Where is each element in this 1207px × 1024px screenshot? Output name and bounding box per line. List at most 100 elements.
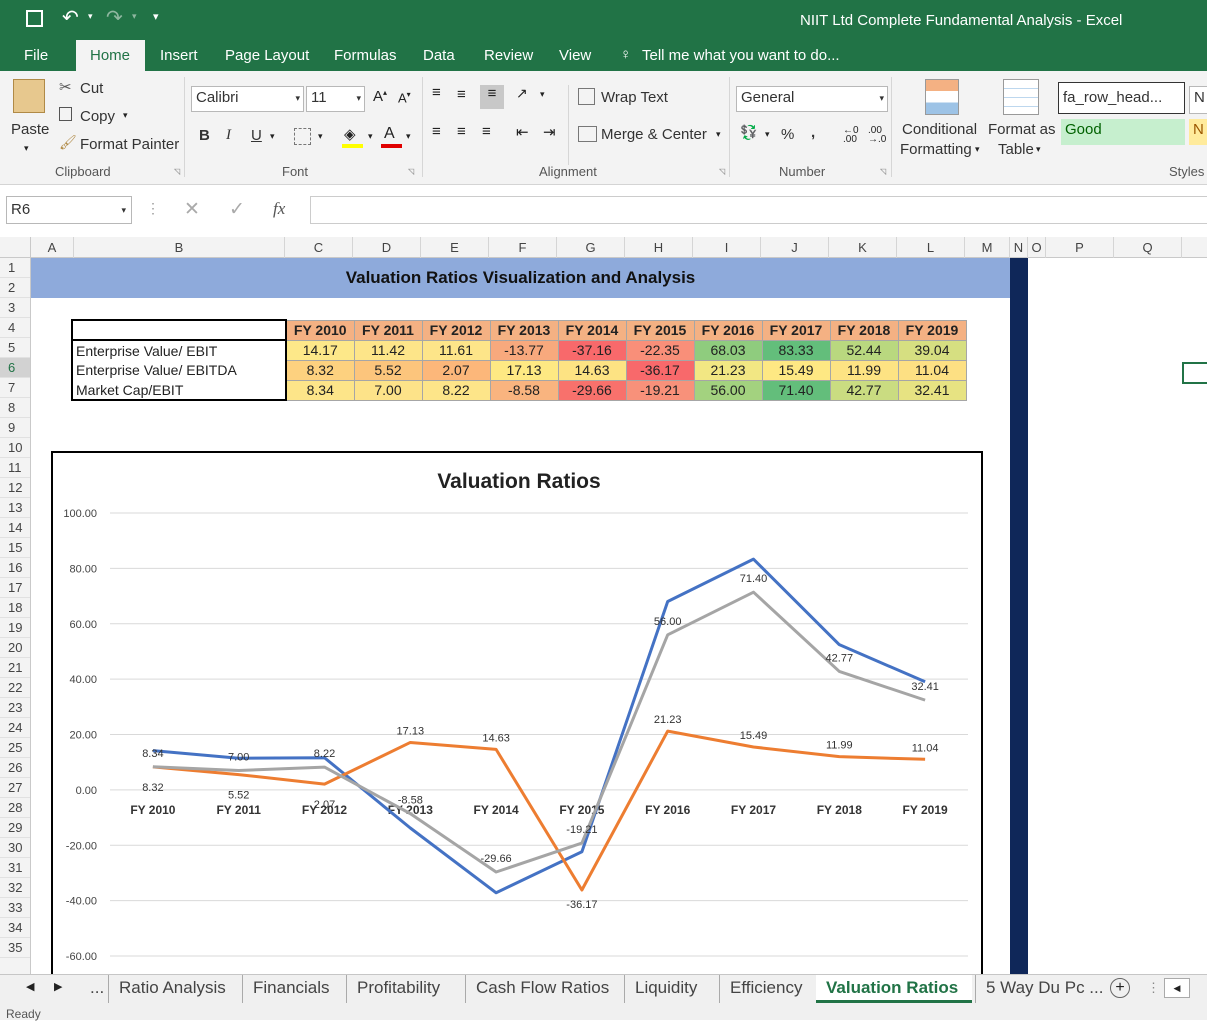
horizontal-scroll-left-icon[interactable]: ◀ — [1164, 978, 1190, 998]
increase-indent-icon[interactable]: ⇥ — [543, 123, 556, 141]
active-cell-r6[interactable] — [1182, 362, 1207, 384]
borders-icon[interactable] — [294, 128, 311, 145]
ratio-value-cell[interactable]: -29.66 — [557, 379, 627, 401]
column-header-i[interactable]: I — [693, 237, 761, 258]
name-box-dropdown-icon[interactable]: ▾ — [121, 197, 126, 223]
style-fa-row-head[interactable]: fa_row_head... — [1058, 82, 1185, 114]
font-dropdown-icon[interactable]: ▾ — [295, 87, 300, 109]
decrease-decimal-icon[interactable]: .00 →.0 — [868, 126, 886, 145]
copy-icon[interactable] — [59, 107, 72, 121]
row-header-34[interactable]: 34 — [0, 918, 30, 938]
row-header-4[interactable]: 4 — [0, 318, 30, 338]
comma-button[interactable]: , — [811, 124, 815, 141]
format-as-table-icon[interactable] — [1003, 79, 1039, 115]
fill-dropdown-icon[interactable]: ▾ — [368, 131, 373, 142]
font-color-icon[interactable]: A — [384, 125, 395, 143]
row-header-24[interactable]: 24 — [0, 718, 30, 738]
row-header-3[interactable]: 3 — [0, 298, 30, 318]
underline-dropdown-icon[interactable]: ▾ — [270, 131, 275, 142]
font-size-dropdown-icon[interactable]: ▾ — [356, 87, 361, 109]
ratio-value-cell[interactable]: 42.77 — [829, 379, 899, 401]
redo-dropdown-icon[interactable]: ▾ — [132, 11, 137, 22]
ratio-value-cell[interactable]: 39.04 — [897, 339, 967, 361]
ratio-value-cell[interactable]: 11.42 — [353, 339, 423, 361]
conditional-formatting-label-2[interactable]: Formatting — [900, 141, 972, 158]
undo-icon[interactable]: ↶ — [62, 5, 79, 30]
row-header-12[interactable]: 12 — [0, 478, 30, 498]
name-box[interactable]: R6 ▾ — [6, 196, 132, 224]
column-header-e[interactable]: E — [421, 237, 489, 258]
font-size-box[interactable]: 11 ▾ — [306, 86, 365, 112]
tab-view[interactable]: View — [549, 40, 601, 71]
accounting-icon[interactable]: 💱 — [740, 124, 757, 141]
number-format-dropdown-icon[interactable]: ▾ — [879, 87, 884, 109]
sheet-tab[interactable]: Financials — [242, 975, 338, 1003]
orientation-icon[interactable]: ↗ — [516, 85, 528, 102]
sheet-tab[interactable]: Liquidity — [624, 975, 714, 1003]
row-header-23[interactable]: 23 — [0, 698, 30, 718]
year-header[interactable]: FY 2017 — [761, 319, 831, 341]
tab-page-layout[interactable]: Page Layout — [215, 40, 319, 71]
row-header-8[interactable]: 8 — [0, 398, 30, 418]
paste-button[interactable]: Paste — [11, 121, 49, 138]
year-header[interactable]: FY 2016 — [693, 319, 763, 341]
copy-dropdown-icon[interactable]: ▾ — [123, 110, 128, 121]
bold-button[interactable]: B — [199, 127, 210, 144]
increase-decimal-icon[interactable]: ←0.00 — [843, 126, 859, 145]
ratio-value-cell[interactable]: 68.03 — [693, 339, 763, 361]
sheet-tab[interactable]: Cash Flow Ratios — [465, 975, 615, 1003]
year-header[interactable]: FY 2019 — [897, 319, 967, 341]
row-header-31[interactable]: 31 — [0, 858, 30, 878]
orientation-dropdown-icon[interactable]: ▾ — [540, 89, 545, 100]
year-header[interactable]: FY 2012 — [421, 319, 491, 341]
number-format-box[interactable]: General ▾ — [736, 86, 888, 112]
percent-button[interactable]: % — [781, 126, 794, 143]
ratio-value-cell[interactable]: 2.07 — [421, 359, 491, 381]
column-header-n[interactable]: N — [1010, 237, 1028, 258]
row-header-35[interactable]: 35 — [0, 938, 30, 958]
style-next[interactable]: N — [1189, 86, 1207, 114]
merge-center-icon[interactable] — [578, 126, 597, 142]
tab-home[interactable]: Home — [76, 40, 145, 71]
ratio-value-cell[interactable]: 8.34 — [285, 379, 355, 401]
decrease-indent-icon[interactable]: ⇤ — [516, 123, 529, 141]
italic-button[interactable]: I — [226, 127, 231, 144]
year-header[interactable]: FY 2013 — [489, 319, 559, 341]
alignment-launcher-icon[interactable]: ◹ — [719, 167, 725, 176]
column-header-m[interactable]: M — [965, 237, 1010, 258]
cut-icon[interactable]: ✂ — [59, 78, 72, 96]
clipboard-launcher-icon[interactable]: ◹ — [174, 167, 180, 176]
ratio-value-cell[interactable]: 8.22 — [421, 379, 491, 401]
cancel-entry-icon[interactable]: ✕ — [184, 198, 200, 221]
ratio-value-cell[interactable]: -22.35 — [625, 339, 695, 361]
align-right-icon[interactable]: ≡ — [482, 123, 491, 140]
number-launcher-icon[interactable]: ◹ — [880, 167, 886, 176]
row-header-18[interactable]: 18 — [0, 598, 30, 618]
ratio-value-cell[interactable]: 11.61 — [421, 339, 491, 361]
row-header-22[interactable]: 22 — [0, 678, 30, 698]
style-good[interactable]: Good — [1061, 119, 1185, 145]
sheet-tab[interactable]: ... — [80, 975, 108, 1003]
confirm-entry-icon[interactable]: ✓ — [229, 198, 245, 221]
wrap-text-button[interactable]: Wrap Text — [601, 89, 668, 106]
undo-dropdown-icon[interactable]: ▾ — [88, 11, 93, 22]
wrap-text-icon[interactable] — [578, 88, 595, 105]
ratio-value-cell[interactable]: 8.32 — [285, 359, 355, 381]
column-header-l[interactable]: L — [897, 237, 965, 258]
row-header-19[interactable]: 19 — [0, 618, 30, 638]
row-header-11[interactable]: 11 — [0, 458, 30, 478]
year-header[interactable]: FY 2014 — [557, 319, 627, 341]
ratio-value-cell[interactable]: 17.13 — [489, 359, 559, 381]
column-header-k[interactable]: K — [829, 237, 897, 258]
grow-font-icon[interactable]: A▴ — [373, 88, 387, 105]
year-header[interactable]: FY 2018 — [829, 319, 899, 341]
column-header-d[interactable]: D — [353, 237, 421, 258]
year-header[interactable]: FY 2010 — [285, 319, 355, 341]
row-header-27[interactable]: 27 — [0, 778, 30, 798]
row-header-2[interactable]: 2 — [0, 278, 30, 298]
ratio-value-cell[interactable]: 11.99 — [829, 359, 899, 381]
column-header-a[interactable]: A — [31, 237, 74, 258]
format-painter-icon[interactable]: 🖌 — [59, 134, 77, 151]
paste-icon[interactable] — [13, 79, 45, 113]
row-header-10[interactable]: 10 — [0, 438, 30, 458]
